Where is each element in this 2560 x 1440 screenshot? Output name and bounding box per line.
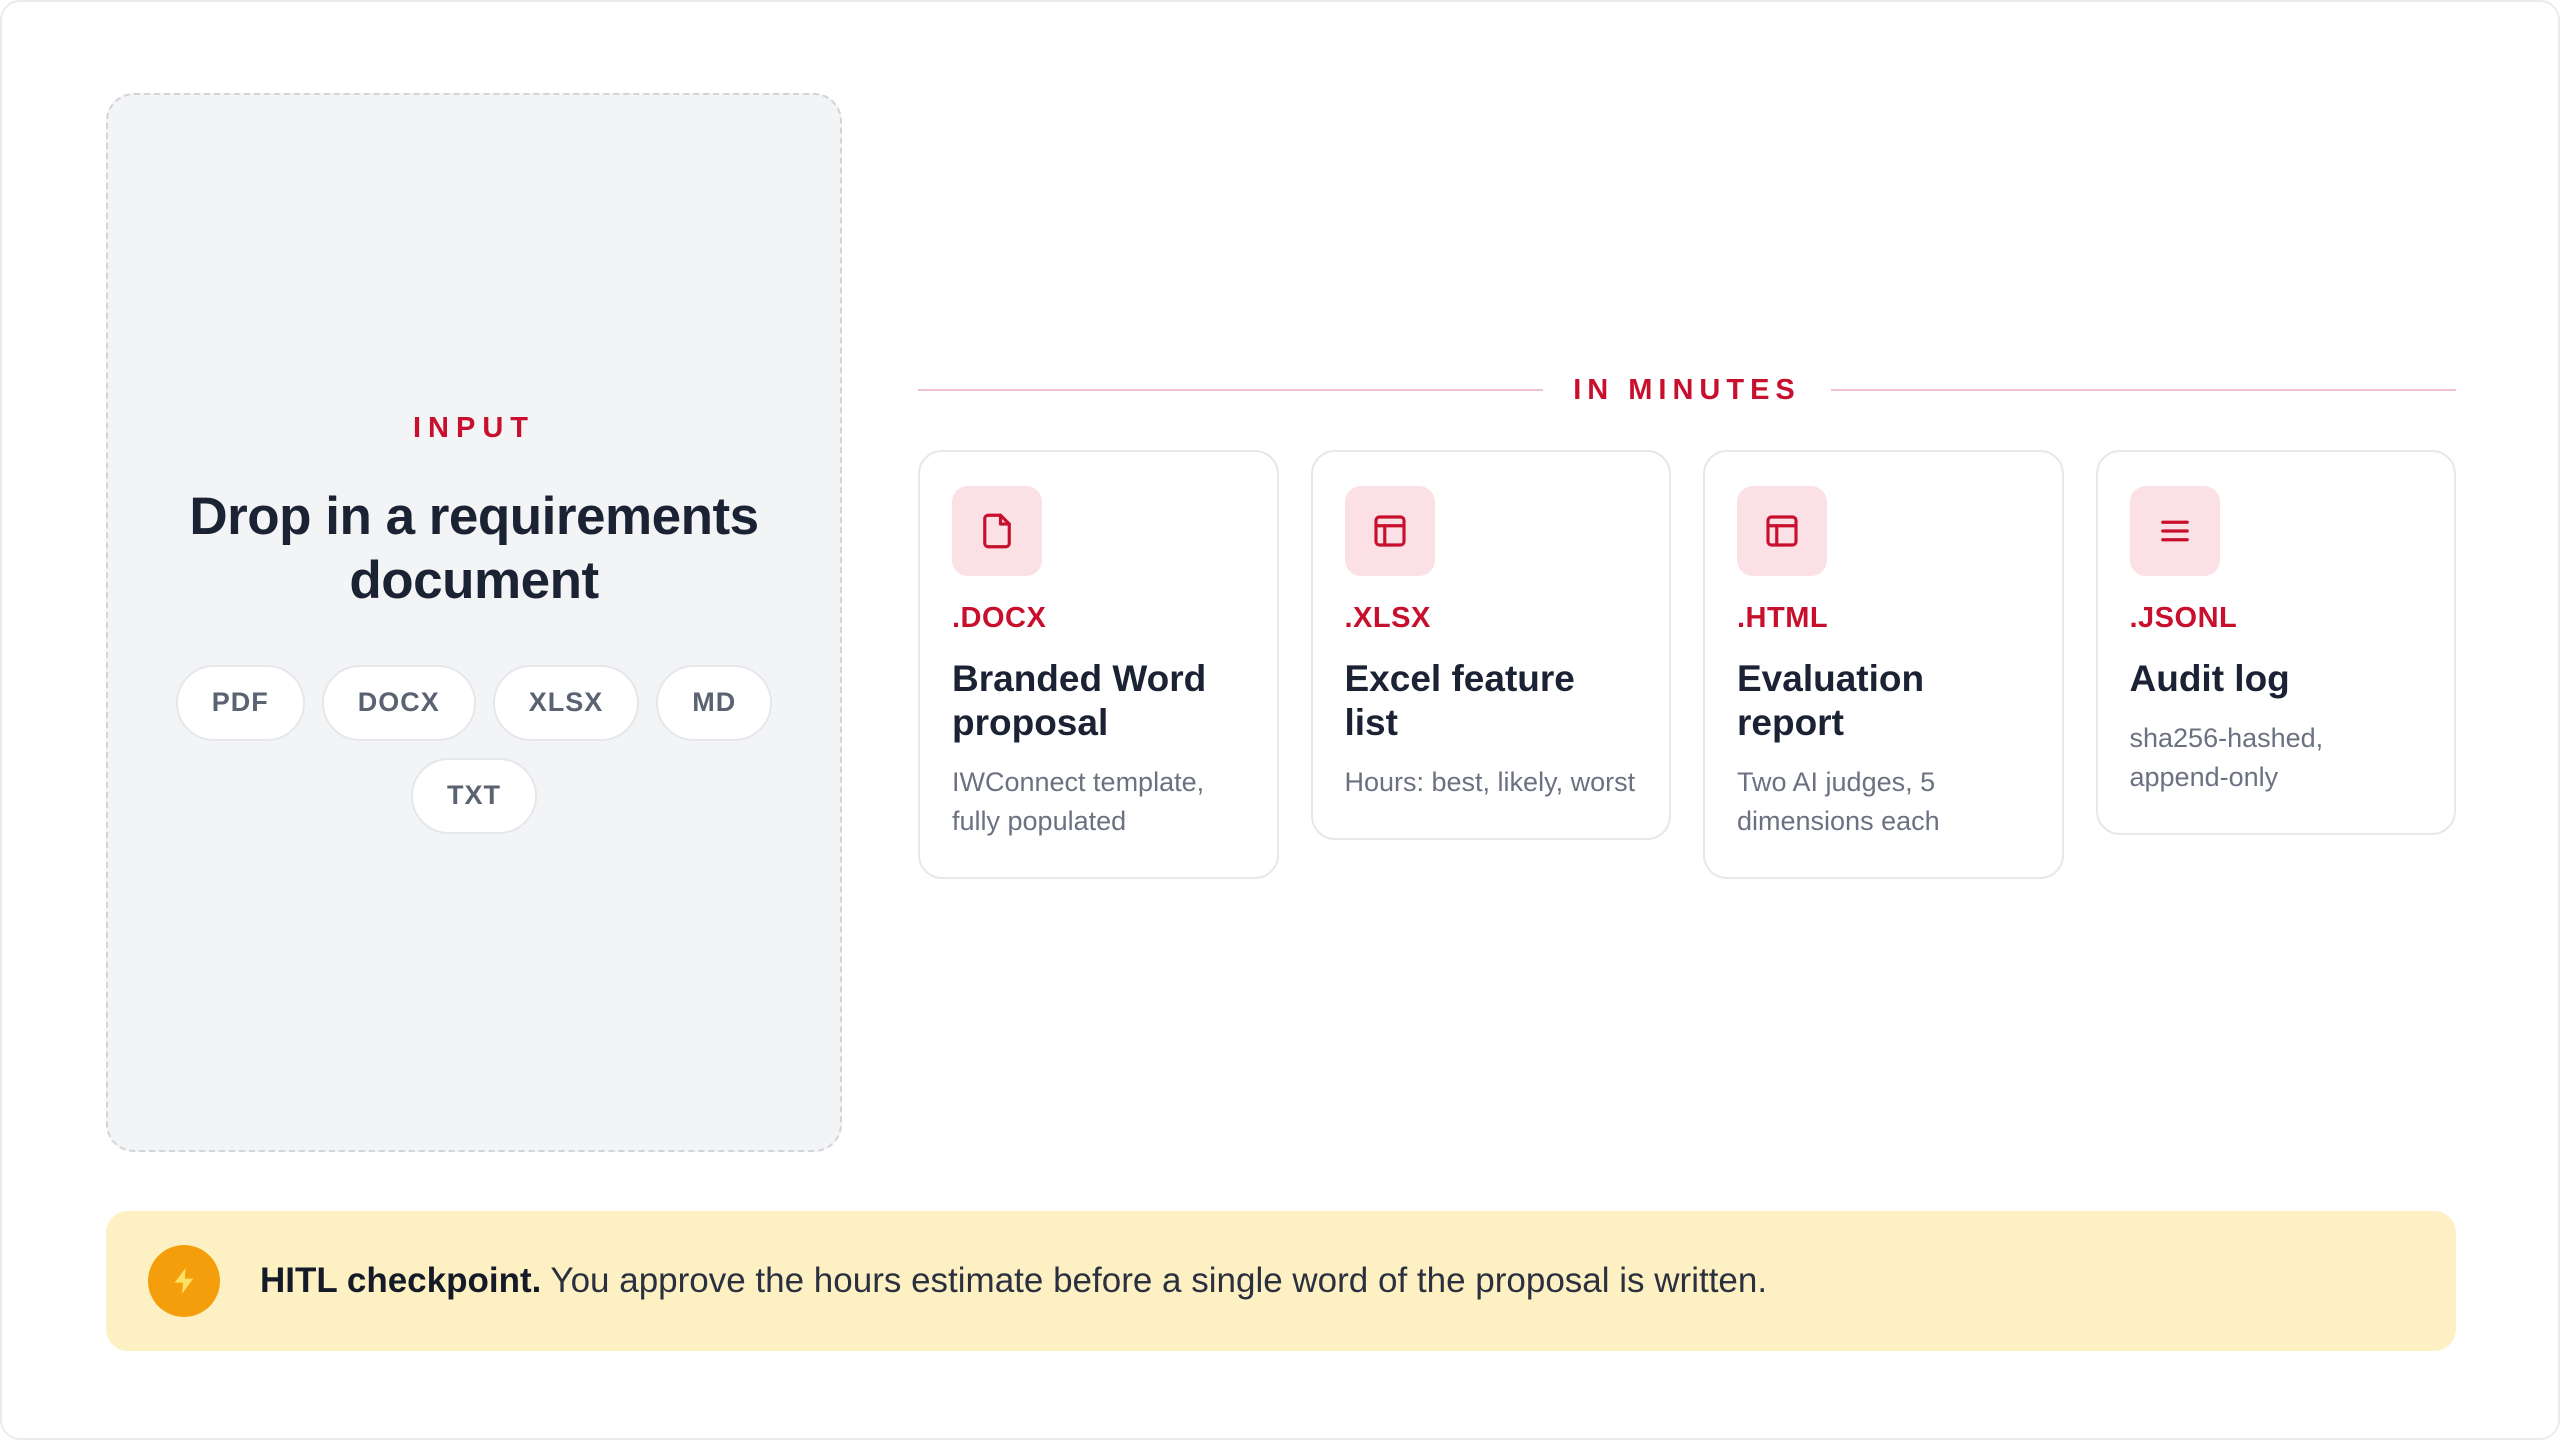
table-icon — [1344, 486, 1435, 576]
slide-frame: INPUT Drop in a requirements document PD… — [0, 0, 2560, 1440]
output-card-jsonl: .JSONL Audit log sha256-hashed, append-o… — [2095, 450, 2456, 835]
output-card-xlsx: .XLSX Excel feature list Hours: best, li… — [1310, 450, 1671, 840]
format-chip-docx: DOCX — [321, 664, 476, 741]
header-divider-left — [918, 389, 1544, 391]
lightning-icon — [148, 1245, 220, 1317]
card-ext: .DOCX — [952, 602, 1047, 634]
header-divider-right — [1830, 389, 2456, 391]
input-eyebrow: INPUT — [413, 411, 535, 444]
format-chip-txt: TXT — [411, 757, 537, 834]
menu-lines-icon — [2129, 486, 2220, 576]
file-icon — [952, 486, 1042, 576]
banner-strong: HITL checkpoint. — [260, 1261, 542, 1300]
card-desc: IWConnect template, fully populated — [952, 767, 1205, 836]
card-desc: sha256-hashed, append-only — [2129, 723, 2324, 792]
output-card-html: .HTML Evaluation report Two AI judges, 5… — [1703, 450, 2064, 879]
format-chip-pdf: PDF — [175, 664, 305, 741]
card-desc: Two AI judges, 5 dimensions each — [1737, 767, 1940, 836]
input-dropzone[interactable]: INPUT Drop in a requirements document PD… — [106, 93, 842, 1152]
card-title: Excel feature list — [1344, 658, 1575, 743]
card-ext: .JSONL — [2129, 602, 2238, 634]
card-title: Branded Word proposal — [952, 658, 1207, 743]
input-title: Drop in a requirements document — [189, 486, 759, 610]
format-chip-md: MD — [656, 664, 773, 741]
card-ext: .HTML — [1737, 602, 1829, 634]
card-title: Evaluation report — [1737, 658, 1925, 743]
card-title: Audit log — [2129, 658, 2290, 699]
output-header: IN MINUTES — [918, 367, 2456, 413]
format-chip-xlsx: XLSX — [492, 664, 640, 741]
output-cards: .DOCX Branded Word proposal IWConnect te… — [918, 450, 2456, 879]
output-eyebrow: IN MINUTES — [1573, 373, 1801, 406]
card-desc: Hours: best, likely, worst — [1344, 767, 1636, 797]
output-card-docx: .DOCX Branded Word proposal IWConnect te… — [918, 450, 1279, 879]
card-ext: .XLSX — [1344, 602, 1431, 634]
hitl-banner: HITL checkpoint. You approve the hours e… — [106, 1211, 2456, 1351]
banner-body: You approve the hours estimate before a … — [541, 1261, 1768, 1300]
format-chips: PDF DOCX XLSX MD TXT — [154, 664, 794, 834]
layout-icon — [1737, 486, 1827, 576]
banner-text: HITL checkpoint. You approve the hours e… — [260, 1261, 1767, 1301]
